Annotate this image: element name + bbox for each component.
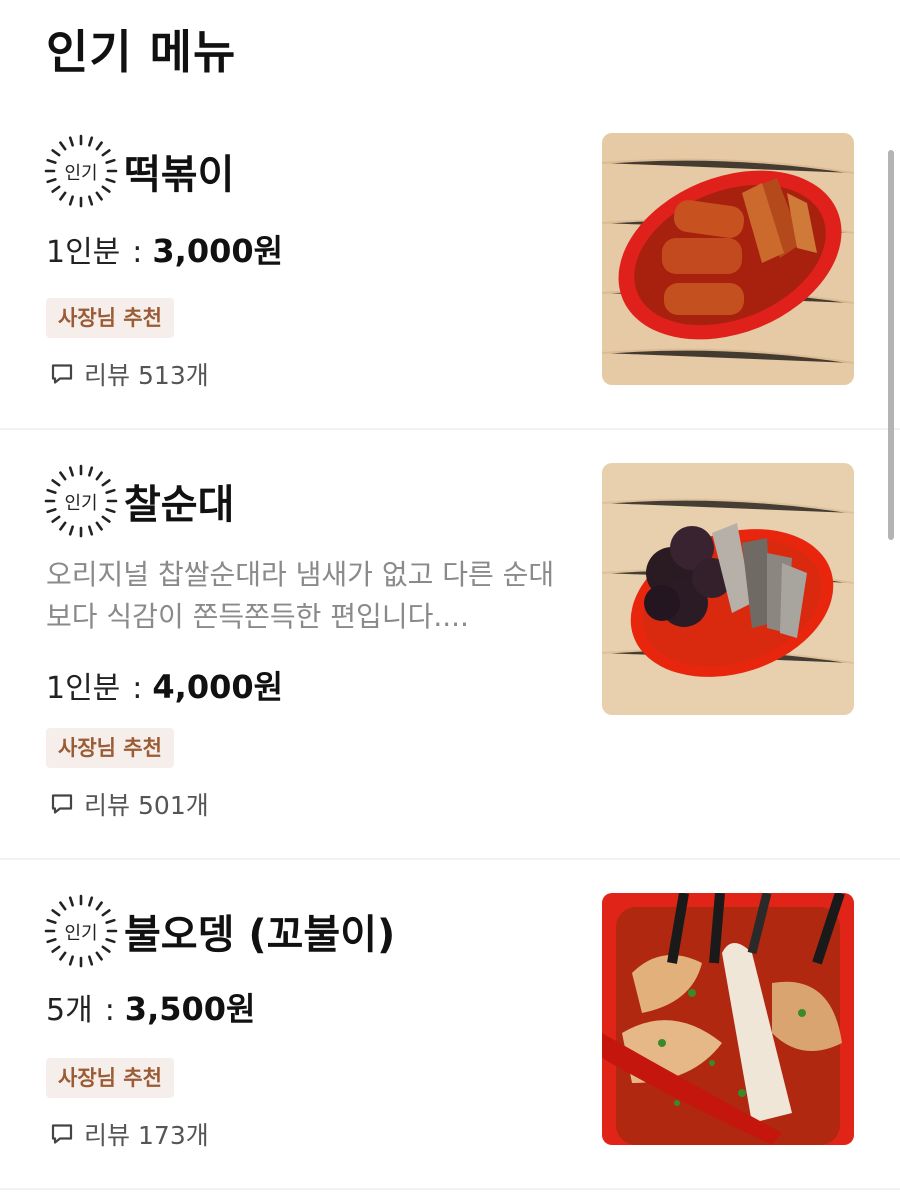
speech-bubble-icon: [51, 364, 73, 384]
speech-bubble-icon: [51, 1124, 73, 1144]
review-count: 501개: [138, 791, 209, 820]
svg-text:인기: 인기: [64, 493, 97, 514]
review-link[interactable]: 리뷰 501개: [50, 786, 209, 822]
price-row: 1인분:4,000원: [46, 662, 283, 708]
price-unit: 1인분: [46, 235, 121, 270]
recommend-tag: 사장님 추천: [46, 728, 174, 768]
svg-text:인기: 인기: [64, 923, 97, 944]
recommend-tag: 사장님 추천: [46, 1058, 174, 1098]
sundae-photo[interactable]: [602, 463, 854, 715]
review-link[interactable]: 리뷰 513개: [50, 356, 209, 392]
price: 4,000원: [152, 668, 284, 706]
scrollbar[interactable]: [888, 150, 894, 540]
popular-badge-icon: 인기: [44, 464, 118, 538]
menu-item-sundae[interactable]: 인기 찰순대 오리지널 찹쌀순대라 냄새가 없고 다른 순대 보다 식감이 쫀득…: [0, 430, 900, 860]
price-separator: :: [104, 993, 115, 1028]
popular-badge-icon: 인기: [44, 134, 118, 208]
speech-bubble-icon: [51, 794, 73, 814]
review-count: 513개: [138, 361, 209, 390]
price-row: 1인분:3,000원: [46, 226, 283, 272]
recommend-tag: 사장님 추천: [46, 298, 174, 338]
review-count: 173개: [138, 1121, 209, 1150]
price: 3,500원: [124, 990, 256, 1028]
price-separator: :: [132, 235, 143, 270]
review-label: 리뷰: [84, 1121, 131, 1150]
menu-item-name: 불오뎅 (꼬불이): [124, 912, 396, 958]
tteokbokki-photo[interactable]: [602, 133, 854, 385]
menu-item-fire-odeng[interactable]: 인기 불오뎅 (꼬불이) 5개:3,500원 사장님 추천 리뷰 173개: [0, 860, 900, 1190]
price-separator: :: [132, 671, 143, 706]
price-unit: 5개: [46, 993, 93, 1028]
menu-list: 인기 떡볶이 1인분:3,000원 사장님 추천 리뷰 513개 인기 찰순대 …: [0, 100, 900, 1190]
description-line: 오리지널 찹쌀순대라 냄새가 없고 다른 순대: [46, 558, 555, 591]
description-line: 보다 식감이 쫀득쫀득한 편입니다....: [46, 600, 469, 633]
price-row: 5개:3,500원: [46, 984, 255, 1030]
price: 3,000원: [152, 232, 284, 270]
price-unit: 1인분: [46, 671, 121, 706]
review-label: 리뷰: [84, 791, 131, 820]
menu-item-name: 떡볶이: [124, 152, 235, 198]
review-label: 리뷰: [84, 361, 131, 390]
menu-item-name: 찰순대: [124, 482, 235, 528]
svg-text:인기: 인기: [64, 163, 97, 184]
menu-item-tteokbokki[interactable]: 인기 떡볶이 1인분:3,000원 사장님 추천 리뷰 513개: [0, 100, 900, 430]
section-title: 인기 메뉴: [46, 25, 237, 79]
popular-badge-icon: 인기: [44, 894, 118, 968]
fish-cake-photo[interactable]: [602, 893, 854, 1145]
menu-item-description: 오리지널 찹쌀순대라 냄새가 없고 다른 순대 보다 식감이 쫀득쫀득한 편입니…: [46, 554, 586, 638]
review-link[interactable]: 리뷰 173개: [50, 1116, 209, 1152]
